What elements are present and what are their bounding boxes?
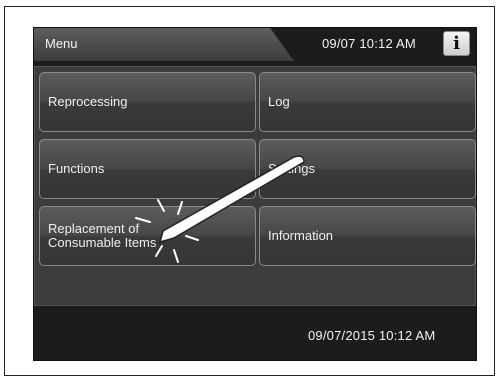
reprocessing-label: Reprocessing — [48, 94, 128, 109]
information-label: Information — [268, 228, 334, 243]
info-button[interactable]: i — [443, 31, 470, 56]
information-button[interactable]: Information — [259, 206, 476, 266]
footer-datetime: 09/07/2015 10:12 AM — [308, 328, 436, 343]
device-screen: Menu 09/07 10:12 AM i Reprocessing Log F… — [33, 27, 477, 361]
settings-label: Settings — [268, 161, 315, 176]
page-title: Menu — [45, 36, 78, 51]
info-icon: i — [453, 33, 460, 54]
reprocessing-button[interactable]: Reprocessing — [39, 72, 256, 132]
replacement-consumable-items-label: Replacement of Consumable Items — [48, 222, 156, 250]
functions-label: Functions — [48, 161, 105, 176]
replacement-consumable-items-button[interactable]: Replacement of Consumable Items — [39, 206, 256, 266]
menu-panel: Reprocessing Log Functions Settings Repl… — [34, 66, 476, 306]
replacement-label-line1: Replacement of — [48, 221, 140, 236]
settings-button[interactable]: Settings — [259, 139, 476, 199]
functions-button[interactable]: Functions — [39, 139, 256, 199]
log-button[interactable]: Log — [259, 72, 476, 132]
replacement-label-line2: Consumable Items — [48, 235, 157, 250]
header-datetime: 09/07 10:12 AM — [322, 36, 416, 51]
header-bar: Menu 09/07 10:12 AM i — [34, 28, 476, 61]
log-label: Log — [268, 94, 290, 109]
